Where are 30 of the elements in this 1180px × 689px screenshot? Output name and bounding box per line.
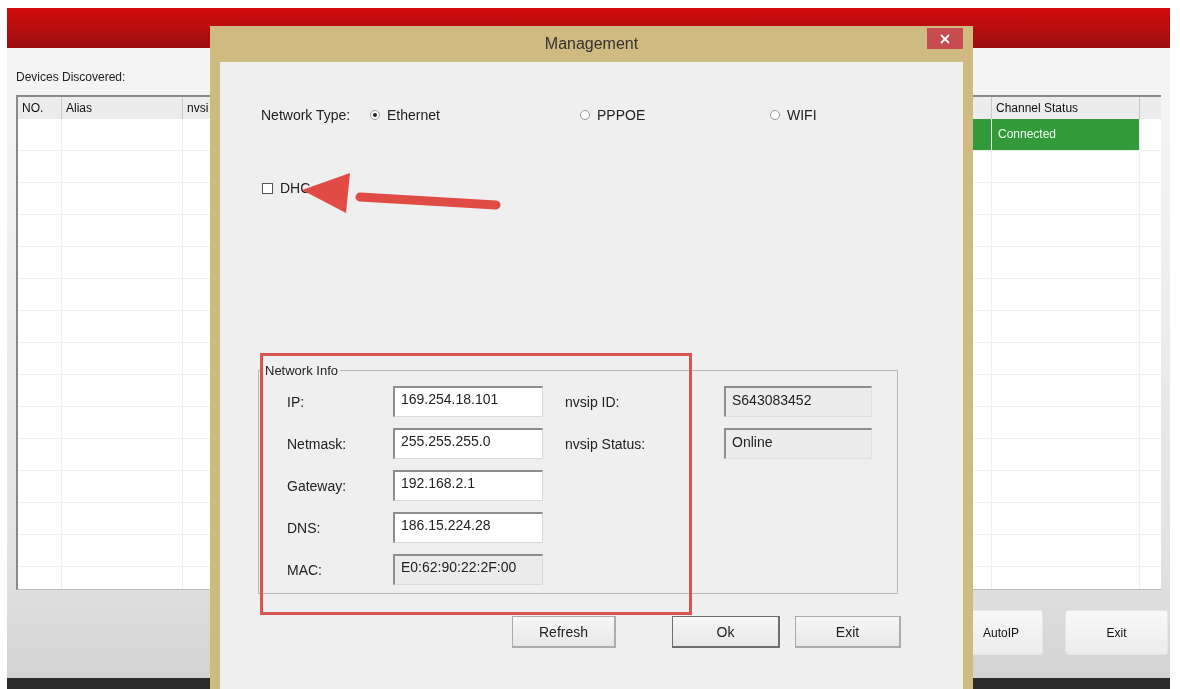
field-label: Netmask:	[287, 435, 348, 452]
input-field[interactable]: 192.168.2.1	[393, 470, 543, 501]
field-label: IP:	[287, 393, 306, 410]
table-cell: Connected	[992, 119, 1140, 150]
devices-label: Devices Discovered:	[16, 70, 127, 86]
readonly-field: Online	[724, 428, 872, 459]
dialog-title: Management	[544, 35, 639, 53]
close-icon	[940, 33, 950, 44]
readonly-field: S643083452	[724, 386, 872, 417]
input-field[interactable]: E0:62:90:22:2F:00	[393, 554, 543, 585]
radio-option[interactable]: Ethernet	[370, 107, 580, 123]
dhcp-label: DHC	[280, 180, 311, 196]
close-button[interactable]	[927, 28, 963, 49]
dialog-button[interactable]: Ok	[672, 616, 780, 648]
input-field[interactable]: 186.15.224.28	[393, 512, 543, 543]
field-label: nvsip Status:	[565, 435, 647, 452]
group-title: Network Info	[264, 363, 339, 378]
input-field[interactable]: 255.255.255.0	[393, 428, 543, 459]
field-label: nvsip ID:	[565, 393, 621, 410]
dialog-button[interactable]: Exit	[795, 616, 901, 648]
radio-option[interactable]: PPPOE	[580, 107, 770, 123]
radio-option[interactable]: WIFI	[770, 107, 963, 123]
network-type-label: Network Type:	[261, 107, 352, 123]
input-field[interactable]: 169.254.18.101	[393, 386, 543, 417]
field-label: Gateway:	[287, 477, 348, 494]
exit-button[interactable]: Exit	[1065, 610, 1168, 655]
dialog-button[interactable]: Refresh	[512, 616, 616, 648]
field-label: DNS:	[287, 519, 322, 536]
field-label: MAC:	[287, 561, 323, 578]
dhcp-checkbox[interactable]	[262, 182, 273, 194]
